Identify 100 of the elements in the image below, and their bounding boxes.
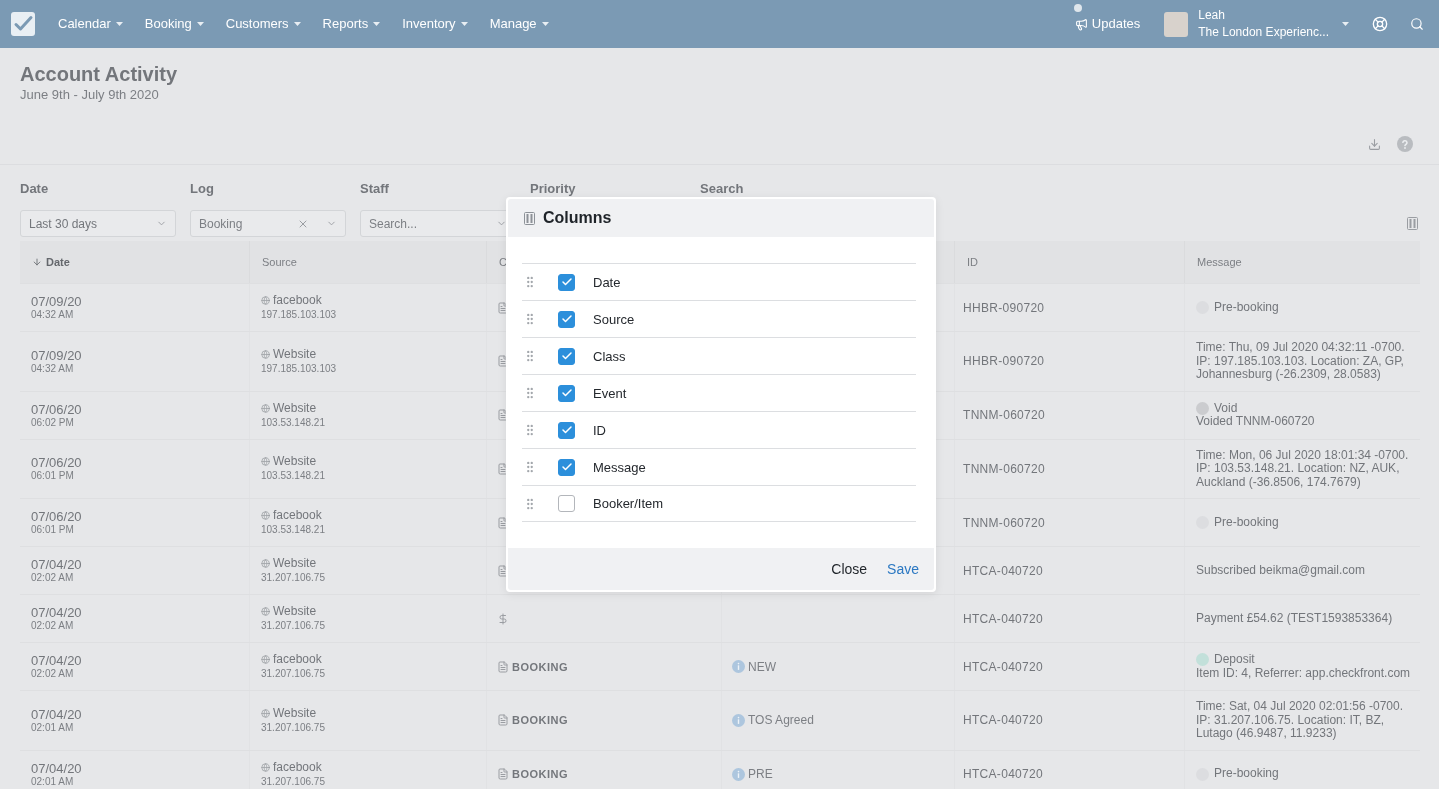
- document-icon: [497, 768, 509, 780]
- checkbox[interactable]: [558, 421, 575, 439]
- time-text: 02:02 AM: [31, 668, 74, 680]
- search-button[interactable]: [1410, 17, 1424, 31]
- nav-menu-item[interactable]: Calendar: [58, 16, 123, 32]
- document-icon: [497, 714, 509, 727]
- download-button[interactable]: [1368, 137, 1381, 151]
- column-header[interactable]: C: [499, 256, 507, 268]
- checkbox[interactable]: [558, 384, 575, 402]
- filter-label: Priority: [530, 182, 576, 196]
- source-name: Website: [273, 400, 317, 416]
- help-button[interactable]: [1397, 136, 1413, 152]
- globe-icon: [261, 655, 270, 664]
- column-header[interactable]: Message: [1197, 256, 1242, 268]
- close-button[interactable]: Close: [831, 561, 868, 577]
- class-label: BOOKING: [512, 660, 569, 673]
- check-icon: [560, 461, 573, 473]
- document-icon: [497, 355, 509, 368]
- column-option-label[interactable]: Booker/Item: [593, 496, 664, 511]
- date-text: 07/04/20: [31, 653, 82, 668]
- globe-icon: [261, 296, 270, 305]
- source-name: Website: [273, 556, 317, 571]
- caret-icon: [196, 22, 204, 26]
- checkbox[interactable]: [558, 347, 575, 365]
- checkbox[interactable]: [558, 495, 575, 512]
- source-name: Website: [273, 454, 317, 470]
- date-text: 07/06/20: [31, 509, 82, 524]
- document-icon: [497, 462, 509, 475]
- info-icon: [732, 660, 745, 673]
- message-text: Time: Mon, 06 Jul 2020 18:01:34 -0700. IP: 103.53.148.21. Location: NZ, AUK, Auckland (-36.8506, 174.7679): [1196, 448, 1410, 489]
- filter-label: Search: [700, 182, 744, 196]
- source-name: facebook: [273, 293, 322, 308]
- dollar-icon: [497, 612, 509, 625]
- source-name: Website: [273, 604, 317, 619]
- checkbox[interactable]: [558, 310, 575, 328]
- filter-label: Log: [190, 182, 214, 196]
- globe-icon: [261, 607, 270, 616]
- message-text: Time: Thu, 09 Jul 2020 04:32:11 -0700. IP: 197.185.103.103. Location: ZA, GP, Johannesburg (-26.2309, 28.0583): [1196, 341, 1406, 382]
- avatar-photo-placeholder: [1164, 11, 1189, 37]
- message-text: Item ID: 4, Referrer: app.checkfront.com: [1196, 666, 1411, 680]
- column-option-label[interactable]: Source: [593, 311, 635, 327]
- filter-label: Staff: [360, 182, 389, 196]
- globe-icon: [261, 457, 270, 467]
- column-option-label[interactable]: ID: [593, 422, 606, 438]
- booking-id: HHBR-090720: [963, 354, 1045, 369]
- ip-address: 197.185.103.103: [261, 361, 337, 376]
- nav-menu-item[interactable]: Manage: [489, 16, 549, 32]
- column-option-label[interactable]: Date: [593, 274, 621, 290]
- checkbox[interactable]: [558, 273, 575, 291]
- help-icon: [1397, 136, 1413, 152]
- nav-menu-item[interactable]: Customers: [225, 16, 301, 32]
- column-header[interactable]: ID: [967, 256, 978, 268]
- caret-icon: [293, 22, 301, 26]
- updates-button[interactable]: Updates: [1074, 16, 1141, 32]
- page-title: Account Activity: [20, 62, 178, 86]
- globe-icon: [261, 511, 270, 520]
- filter-label: Date: [20, 182, 49, 196]
- select-field[interactable]: Booking: [190, 210, 346, 237]
- source-name: facebook: [273, 652, 322, 667]
- check-icon: [560, 387, 573, 399]
- message-text: Payment £54.62 (TEST1593853364): [1196, 611, 1393, 626]
- select-field[interactable]: Last 30 days: [20, 210, 176, 237]
- globe-icon: [261, 762, 270, 772]
- column-header[interactable]: Source: [262, 256, 297, 268]
- document-icon: [497, 660, 509, 673]
- user-name: Leah: [1198, 7, 1226, 24]
- source-name: Website: [273, 705, 317, 721]
- class-label: BOOKING: [512, 714, 569, 727]
- time-text: 04:32 AM: [31, 362, 74, 375]
- save-button[interactable]: Save: [887, 561, 919, 577]
- nav-menu-item[interactable]: Inventory: [402, 16, 468, 32]
- date-text: 07/04/20: [31, 557, 82, 572]
- time-text: 06:02 PM: [31, 416, 74, 429]
- ip-address: 31.207.106.75: [261, 571, 325, 585]
- column-header[interactable]: Date: [46, 256, 70, 268]
- ip-address: 31.207.106.75: [261, 619, 325, 633]
- nav-menu-item[interactable]: Booking: [144, 16, 204, 32]
- checkbox[interactable]: [558, 458, 575, 476]
- column-toggle-button[interactable]: [1407, 217, 1418, 230]
- support-button[interactable]: [1372, 16, 1388, 32]
- caret-icon: [373, 22, 381, 26]
- globe-icon: [261, 403, 270, 413]
- message-text: Voided TNNM-060720: [1196, 415, 1315, 429]
- column-option-label[interactable]: Event: [593, 385, 627, 401]
- checkmark-logo-icon[interactable]: [11, 12, 35, 36]
- date-text: 07/06/20: [31, 455, 82, 471]
- status-label: Deposit: [1214, 653, 1255, 667]
- dialog-title: Columns: [543, 209, 612, 227]
- status-label: Pre-booking: [1214, 515, 1279, 530]
- columns-icon: [524, 211, 535, 225]
- time-text: 02:01 AM: [31, 775, 74, 788]
- time-text: 06:01 PM: [31, 470, 74, 483]
- column-option-label[interactable]: Message: [593, 459, 646, 475]
- time-text: 04:32 AM: [31, 309, 74, 321]
- event-label: TOS Agreed: [748, 713, 814, 728]
- check-icon: [560, 424, 573, 436]
- time-text: 02:01 AM: [31, 721, 74, 734]
- column-option-label[interactable]: Class: [593, 348, 626, 364]
- caret-icon: [541, 22, 549, 26]
- nav-menu-item[interactable]: Reports: [322, 16, 381, 32]
